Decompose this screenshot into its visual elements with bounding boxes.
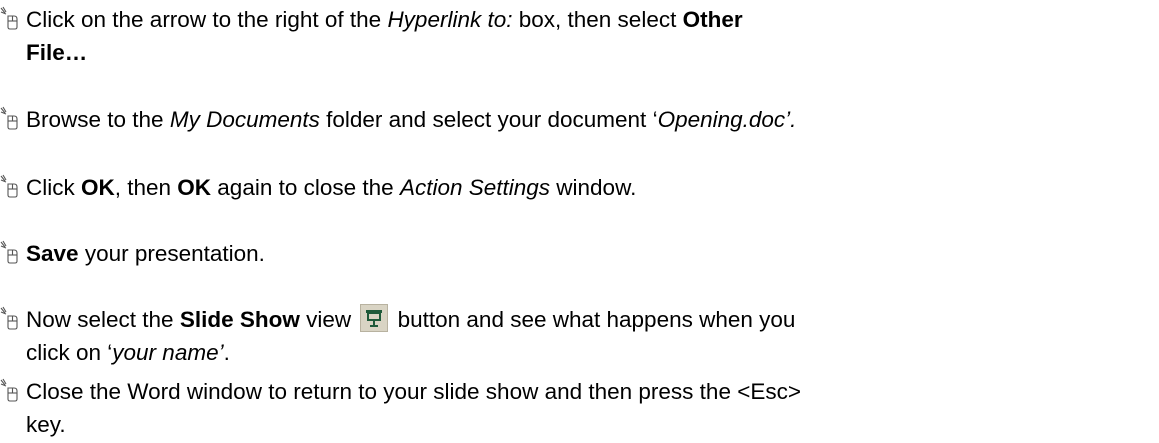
mouse-click-icon: [0, 106, 18, 130]
instruction-step-2: Browse to the My Documents folder and se…: [0, 103, 1140, 136]
instruction-step-3: Click OK, then OK again to close the Act…: [0, 171, 1140, 204]
step-text: Close the Word window to return to your …: [26, 379, 801, 404]
mouse-click-icon: [0, 306, 18, 330]
step-text: Click on the arrow to the right of the H…: [26, 7, 743, 32]
step-text-continued: key.: [26, 412, 66, 437]
instruction-step-1: Click on the arrow to the right of the H…: [0, 3, 1140, 69]
mouse-click-icon: [0, 174, 18, 198]
mouse-click-icon: [0, 6, 18, 30]
instruction-step-4: Save your presentation.: [0, 237, 1140, 270]
step-text: Now select the Slide Show view button an…: [0, 304, 795, 332]
step-text-continued: File…: [26, 40, 88, 65]
step-text: Click OK, then OK again to close the Act…: [26, 175, 637, 200]
mouse-click-icon: [0, 378, 18, 402]
step-text: Save your presentation.: [26, 241, 265, 266]
mouse-click-icon: [0, 240, 18, 264]
step-text: Browse to the My Documents folder and se…: [26, 107, 797, 132]
instruction-step-5: Now select the Slide Show view button an…: [0, 303, 1140, 369]
slide-show-view-icon: [360, 304, 389, 332]
instruction-step-6: Close the Word window to return to your …: [0, 375, 1140, 441]
step-text-continued: click on ‘your name’.: [26, 340, 230, 365]
